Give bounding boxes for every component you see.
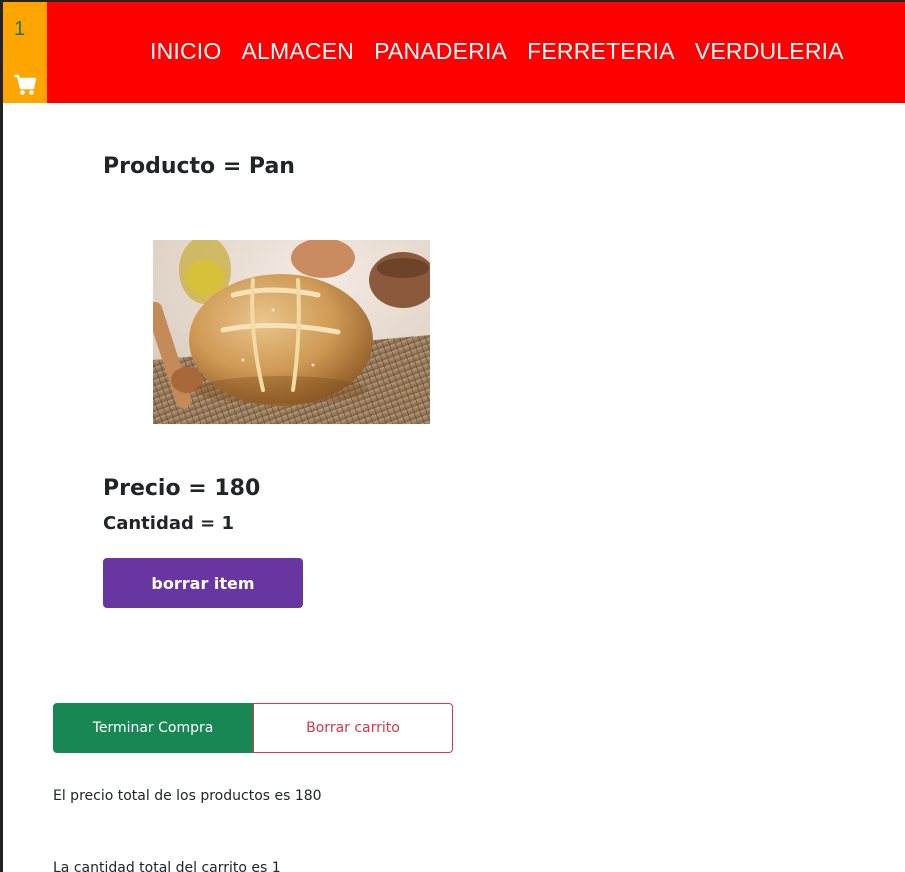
clear-cart-button[interactable]: Borrar carrito (253, 703, 453, 753)
shopping-cart-icon[interactable] (13, 74, 37, 96)
nav-item-ferreteria[interactable]: FERRETERIA (527, 38, 675, 65)
product-image (153, 240, 430, 424)
total-quantity-text: La cantidad total del carrito es 1 (53, 860, 281, 872)
total-price-text: El precio total de los productos es 180 (53, 788, 322, 804)
nav-item-inicio[interactable]: INICIO (150, 38, 221, 65)
product-title: Producto = Pan (103, 154, 295, 179)
nav-item-verduleria[interactable]: VERDULERIA (695, 38, 844, 65)
finish-purchase-button[interactable]: Terminar Compra (53, 703, 253, 753)
nav-item-panaderia[interactable]: PANADERIA (374, 38, 507, 65)
top-navbar: 1 INICIO ALMACEN PANADERIA FERRETERIA VE… (3, 2, 905, 103)
nav-item-almacen[interactable]: ALMACEN (241, 38, 354, 65)
main-nav: INICIO ALMACEN PANADERIA FERRETERIA VERD… (150, 38, 844, 65)
bread-image (153, 240, 430, 424)
cart-count: 1 (14, 18, 26, 40)
cart-widget[interactable]: 1 (3, 2, 47, 103)
product-quantity: Cantidad = 1 (103, 513, 235, 534)
product-price: Precio = 180 (103, 476, 261, 501)
delete-item-button[interactable]: borrar item (103, 558, 303, 608)
